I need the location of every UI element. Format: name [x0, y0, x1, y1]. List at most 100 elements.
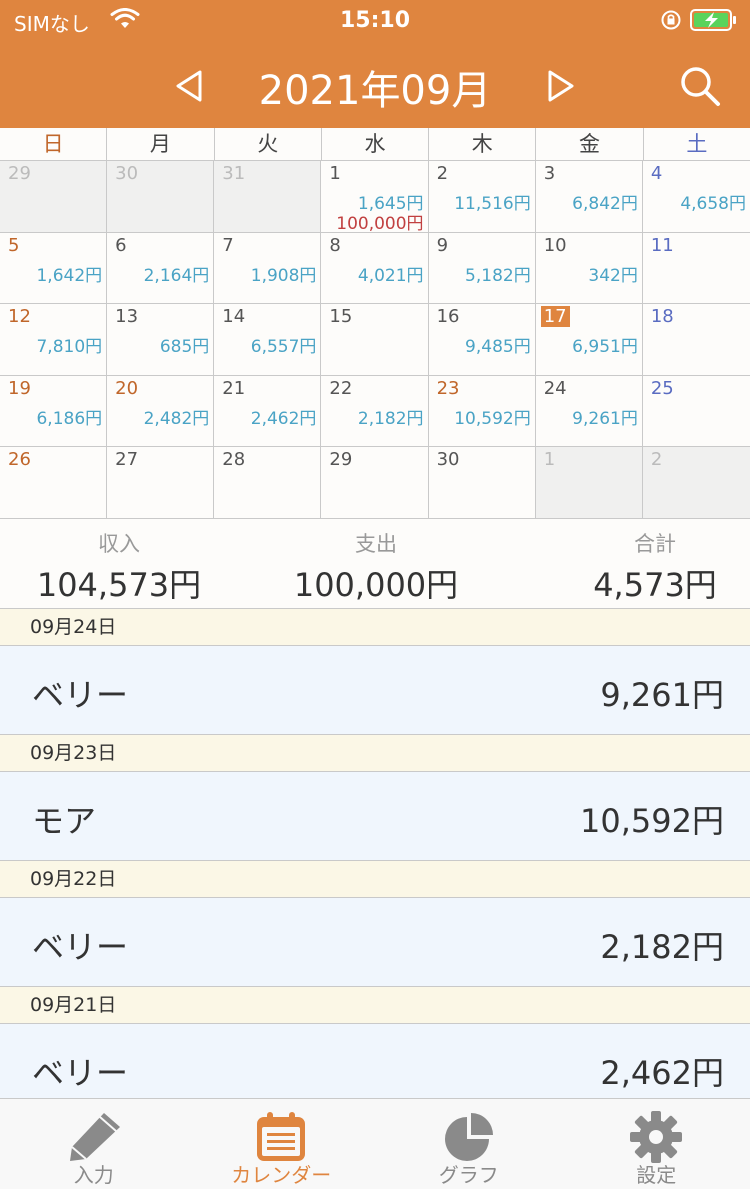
total-value: 4,573円	[580, 560, 730, 606]
day-number: 11	[648, 235, 677, 256]
day-number: 2	[434, 163, 451, 184]
calendar-day-cell[interactable]: 212,462円	[214, 376, 321, 448]
day-number: 10	[541, 235, 570, 256]
calendar-day-cell[interactable]: 84,021円	[321, 233, 428, 305]
calendar-day-cell[interactable]: 1	[536, 447, 643, 519]
calendar-day-cell[interactable]: 10342円	[536, 233, 643, 305]
day-number: 24	[541, 378, 570, 399]
day-number: 12	[5, 306, 34, 327]
battery-charging-icon	[690, 8, 738, 36]
clock: 15:10	[0, 8, 750, 33]
day-expense: 7,810円	[36, 332, 102, 357]
entry-amount: 2,182円	[600, 922, 724, 968]
tab-label: 入力	[0, 1159, 188, 1188]
weekday-mon: 月	[107, 128, 214, 160]
calendar-day-cell[interactable]: 127,810円	[0, 304, 107, 376]
expense-summary: 支出 100,000円	[286, 528, 466, 606]
calendar-day-cell[interactable]: 249,261円	[536, 376, 643, 448]
entry-amount: 2,462円	[600, 1048, 724, 1094]
calendar-day-cell[interactable]: 169,485円	[429, 304, 536, 376]
day-number: 17	[541, 306, 570, 327]
calendar-day-cell[interactable]: 28	[214, 447, 321, 519]
calendar-day-cell[interactable]: 30	[107, 161, 214, 233]
calendar-icon	[253, 1109, 309, 1165]
income-summary: 収入 104,573円	[30, 528, 208, 606]
day-number: 21	[219, 378, 248, 399]
calendar-day-cell[interactable]: 62,164円	[107, 233, 214, 305]
day-number: 20	[112, 378, 141, 399]
day-expense: 1,908円	[251, 261, 317, 286]
day-number: 30	[434, 449, 463, 470]
income-value: 104,573円	[30, 560, 208, 606]
weekday-fri: 金	[536, 128, 643, 160]
total-label: 合計	[580, 528, 730, 558]
calendar-day-cell[interactable]: 29	[321, 447, 428, 519]
list-item[interactable]: ベリー 9,261円	[0, 646, 750, 735]
weekday-sat: 土	[644, 128, 750, 160]
list-item[interactable]: ベリー 2,182円	[0, 898, 750, 987]
day-expense: 11,516円	[454, 189, 530, 214]
tab-input[interactable]: 入力	[0, 1099, 188, 1189]
day-number: 4	[648, 163, 665, 184]
calendar-day-cell[interactable]: 196,186円	[0, 376, 107, 448]
calendar-day-cell[interactable]: 31	[214, 161, 321, 233]
date-section-header: 09月23日	[0, 735, 750, 772]
entry-name: ベリー	[32, 670, 128, 716]
date-section-header: 09月22日	[0, 861, 750, 898]
day-number: 3	[541, 163, 558, 184]
entry-amount: 9,261円	[600, 670, 724, 716]
calendar-day-cell[interactable]: 29	[0, 161, 107, 233]
search-button[interactable]	[676, 62, 724, 110]
search-icon	[676, 62, 724, 110]
tab-label: カレンダー	[188, 1159, 376, 1188]
day-expense: 4,658円	[680, 189, 746, 214]
day-number: 18	[648, 306, 677, 327]
calendar-day-cell[interactable]: 26	[0, 447, 107, 519]
day-expense: 6,951円	[572, 332, 638, 357]
calendar-day-cell[interactable]: 25	[643, 376, 750, 448]
calendar-day-cell[interactable]: 51,642円	[0, 233, 107, 305]
calendar-day-cell[interactable]: 176,951円	[536, 304, 643, 376]
tab-graph[interactable]: グラフ	[375, 1099, 563, 1189]
day-number: 14	[219, 306, 248, 327]
day-number: 16	[434, 306, 463, 327]
calendar-day-cell[interactable]: 2310,592円	[429, 376, 536, 448]
tab-settings[interactable]: 設定	[563, 1099, 750, 1189]
calendar-day-cell[interactable]: 211,516円	[429, 161, 536, 233]
status-bar: SIMなし 15:10	[0, 0, 750, 40]
calendar-day-cell[interactable]: 146,557円	[214, 304, 321, 376]
calendar-grid: 29303111,645円100,000円211,516円36,842円44,6…	[0, 161, 750, 519]
expense-value: 100,000円	[286, 560, 466, 606]
calendar-day-cell[interactable]: 36,842円	[536, 161, 643, 233]
weekday-tue: 火	[215, 128, 322, 160]
calendar-day-cell[interactable]: 222,182円	[321, 376, 428, 448]
calendar-day-cell[interactable]: 27	[107, 447, 214, 519]
list-item[interactable]: ベリー 2,462円	[0, 1024, 750, 1099]
list-item[interactable]: モア 10,592円	[0, 772, 750, 861]
day-number: 1	[326, 163, 343, 184]
day-expense: 6,557円	[251, 332, 317, 357]
calendar-day-cell[interactable]: 2	[643, 447, 750, 519]
calendar-day-cell[interactable]: 30	[429, 447, 536, 519]
calendar-day-cell[interactable]: 7 1,908円	[214, 233, 321, 305]
month-title: 2021年09月	[0, 58, 750, 116]
next-month-button[interactable]	[540, 66, 580, 106]
expense-label: 支出	[286, 528, 466, 558]
date-section-header: 09月21日	[0, 987, 750, 1024]
calendar-day-cell[interactable]: 95,182円	[429, 233, 536, 305]
day-number: 26	[5, 449, 34, 470]
calendar-day-cell[interactable]: 11	[643, 233, 750, 305]
calendar-day-cell[interactable]: 11,645円100,000円	[321, 161, 428, 233]
calendar-day-cell[interactable]: 15	[321, 304, 428, 376]
tab-calendar[interactable]: カレンダー	[188, 1099, 376, 1189]
day-expense: 10,592円	[454, 404, 530, 429]
calendar-day-cell[interactable]: 18	[643, 304, 750, 376]
day-number: 13	[112, 306, 141, 327]
day-number: 7	[219, 235, 236, 256]
calendar-day-cell[interactable]: 202,482円	[107, 376, 214, 448]
calendar-day-cell[interactable]: 13685円	[107, 304, 214, 376]
day-expense: 9,485円	[465, 332, 531, 357]
calendar-day-cell[interactable]: 4 4,658円	[643, 161, 750, 233]
day-income: 100,000円	[336, 209, 423, 234]
day-number: 31	[219, 163, 248, 184]
